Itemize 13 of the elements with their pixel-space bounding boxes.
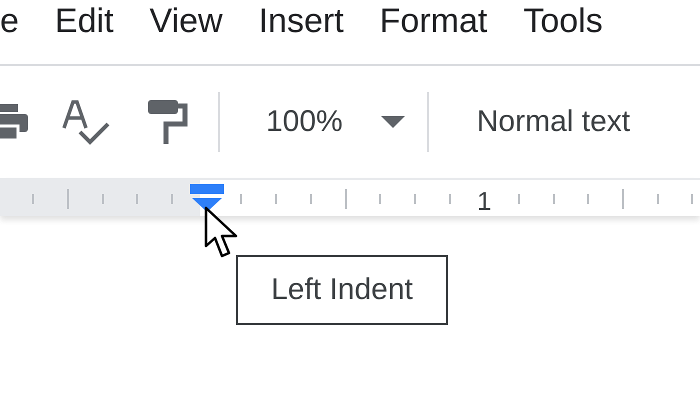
ruler-number: 1 [477,185,492,217]
menu-item[interactable]: View [150,2,223,62]
tooltip: Left Indent [236,255,448,325]
zoom-value[interactable]: 100% [266,105,343,139]
caret-icon[interactable] [380,116,405,128]
spellcheck-icon[interactable] [62,98,110,146]
menu-item[interactable]: Insert [258,2,344,62]
paragraph-style[interactable]: Normal text [476,105,630,139]
menu-item[interactable]: Format [380,2,488,62]
menu-item[interactable]: Edit [54,2,114,62]
paint-format-icon[interactable] [148,98,188,146]
menu-item[interactable]: Tools [523,2,603,62]
menu-item[interactable]: e [0,2,19,62]
